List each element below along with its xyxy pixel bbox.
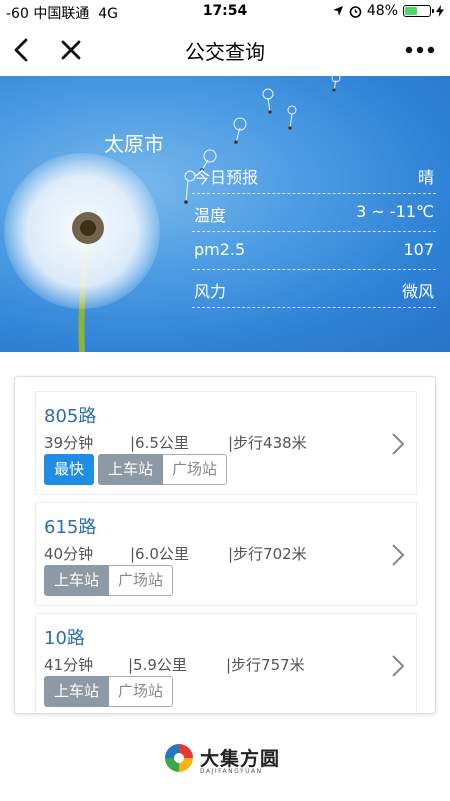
battery-level [405, 7, 417, 15]
route-name: 615路 [44, 517, 97, 538]
fastest-badge: 最快 [44, 454, 95, 485]
route-distance: |6.0公里 [130, 545, 189, 563]
boarding-stop-name: 广场站 [163, 454, 228, 485]
route-item-615[interactable]: 615路 40分钟 |6.0公里 |步行702米 上车站 广场站 [35, 502, 417, 606]
route-summary: 41分钟 |5.9公里 |步行757米 [44, 654, 305, 675]
route-duration: 41分钟 [44, 656, 94, 674]
route-walk: |步行438米 [228, 434, 307, 452]
route-summary: 39分钟 |6.5公里 |步行438米 [44, 432, 307, 453]
brand-name: 大集方圆 [200, 748, 281, 770]
charging-bolt-icon [436, 5, 444, 17]
weather-banner: 太原市 今日预报 晴 温度 3 ~ -11℃ pm2.5 107 风力 微风 [0, 76, 450, 352]
route-tags: 上车站 广场站 [44, 565, 174, 596]
location-arrow-icon [332, 6, 343, 16]
more-dots-icon[interactable] [404, 36, 436, 64]
route-duration: 39分钟 [44, 434, 94, 452]
footer-brand: 大集方圆 DAJIFANGYUAN [0, 742, 450, 782]
route-summary: 40分钟 |6.0公里 |步行702米 [44, 543, 307, 564]
battery-icon [403, 5, 434, 17]
nav-bar: 公交查询 [0, 24, 450, 76]
weather-row-forecast: 今日预报 晴 [192, 156, 436, 194]
route-tags: 上车站 广场站 [44, 676, 174, 707]
weather-label: 今日预报 [194, 168, 259, 187]
route-walk: |步行757米 [226, 656, 305, 674]
route-item-805[interactable]: 805路 39分钟 |6.5公里 |步行438米 最快 上车站 广场站 [35, 391, 417, 495]
chevron-right-icon [392, 544, 405, 566]
page-title: 公交查询 [185, 40, 265, 64]
weather-value: 107 [403, 240, 434, 259]
boarding-stop-name: 广场站 [109, 565, 174, 596]
chevron-right-icon [392, 655, 405, 677]
weather-value: 3 ~ -11℃ [356, 202, 434, 221]
route-name: 805路 [44, 406, 97, 427]
weather-value: 微风 [401, 282, 434, 301]
weather-label: 温度 [194, 206, 227, 225]
status-icons: 48% [332, 3, 444, 19]
boarding-stop-name: 广场站 [109, 676, 174, 707]
weather-label: 风力 [194, 282, 227, 301]
boarding-stop-label: 上车站 [44, 565, 110, 596]
status-bar: -60 中国联通 4G 17:54 48% [0, 0, 450, 24]
route-duration: 40分钟 [44, 545, 94, 563]
route-tags: 最快 上车站 广场站 [44, 454, 228, 485]
city-name: 太原市 [104, 132, 164, 156]
battery-percent: 48% [366, 3, 398, 19]
route-walk: |步行702米 [228, 545, 307, 563]
weather-row-temperature: 温度 3 ~ -11℃ [192, 194, 436, 232]
route-distance: |6.5公里 [130, 434, 189, 452]
weather-value: 晴 [417, 168, 434, 187]
alarm-icon [349, 5, 362, 18]
boarding-stop-label: 上车站 [98, 454, 164, 485]
weather-row-pm25: pm2.5 107 [192, 232, 436, 270]
route-distance: |5.9公里 [128, 656, 187, 674]
chevron-right-icon [392, 433, 405, 455]
weather-row-wind: 风力 微风 [192, 270, 436, 308]
route-results-card: 805路 39分钟 |6.5公里 |步行438米 最快 上车站 广场站 615路 4… [14, 376, 436, 714]
route-name: 10路 [44, 628, 85, 649]
weather-label: pm2.5 [194, 240, 246, 259]
route-item-10[interactable]: 10路 41分钟 |5.9公里 |步行757米 上车站 广场站 [35, 613, 417, 713]
boarding-stop-label: 上车站 [44, 676, 110, 707]
brand-logo-icon [165, 744, 193, 772]
brand-subtitle: DAJIFANGYUAN [200, 768, 263, 775]
